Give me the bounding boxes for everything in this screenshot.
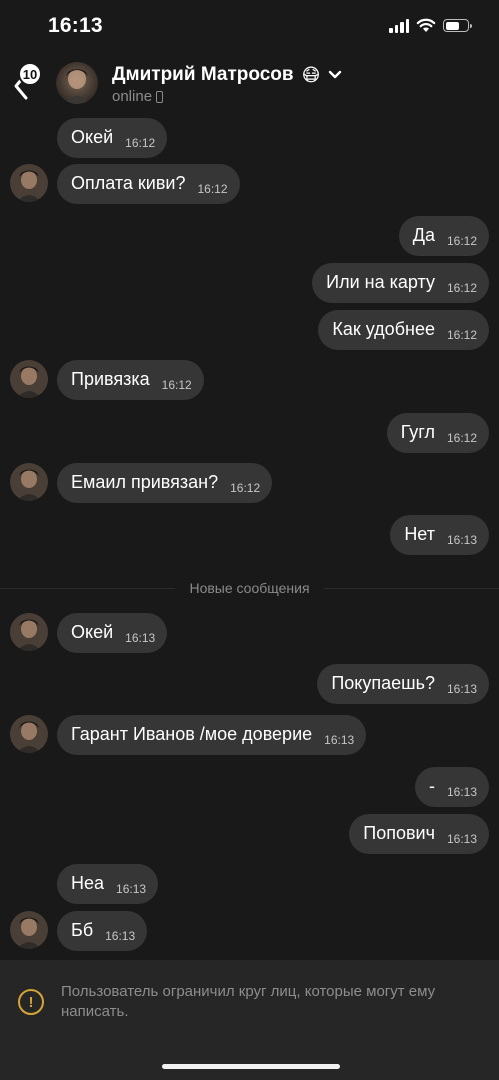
outgoing-message[interactable]: Попович 16:13	[349, 814, 489, 854]
home-indicator[interactable]	[162, 1064, 340, 1069]
sender-avatar[interactable]	[10, 164, 48, 202]
message-text: Оплата киви?	[71, 172, 186, 193]
wifi-icon	[416, 18, 436, 32]
message-time: 16:13	[324, 733, 355, 747]
sender-avatar[interactable]	[10, 715, 48, 753]
incoming-message[interactable]: Емаил привязан? 16:12	[57, 463, 273, 503]
new-messages-label: Новые сообщения	[189, 580, 310, 596]
message-time: 16:13	[446, 785, 477, 799]
outgoing-message[interactable]: Как удобнее 16:12	[318, 310, 489, 350]
message-text: Окей	[71, 621, 114, 642]
incoming-message[interactable]: Гарант Иванов /мое доверие 16:13	[57, 715, 367, 755]
message-text: Бб	[71, 919, 94, 940]
message-text: Да	[412, 224, 435, 245]
cellular-signal-icon	[389, 18, 409, 33]
message-text: Емаил привязан?	[71, 471, 219, 492]
message-text: Окей	[71, 126, 114, 147]
outgoing-message[interactable]: Или на карту 16:12	[312, 263, 489, 303]
message-time: 16:13	[446, 682, 477, 696]
message-time: 16:13	[105, 929, 136, 943]
message-time: 16:13	[125, 631, 156, 645]
message-time: 16:12	[230, 481, 261, 495]
message-text: Покупаешь?	[331, 672, 435, 693]
message-time: 16:12	[446, 281, 477, 295]
mask-emoji-icon: 😷	[301, 64, 321, 85]
incoming-message[interactable]: Оплата киви? 16:12	[57, 164, 240, 204]
message-time: 16:13	[116, 882, 147, 896]
new-messages-divider: Новые сообщения	[0, 578, 499, 598]
message-text: Как удобнее	[332, 318, 435, 339]
sender-avatar[interactable]	[10, 911, 48, 949]
mobile-device-icon	[156, 90, 164, 103]
contact-name: Дмитрий Матросов	[112, 64, 294, 85]
message-time: 16:12	[161, 378, 192, 392]
message-time: 16:12	[446, 328, 477, 342]
incoming-message[interactable]: Неа 16:13	[57, 864, 159, 904]
message-text: Нет	[404, 523, 435, 544]
message-text: Привязка	[71, 368, 150, 389]
message-time: 16:12	[446, 234, 477, 248]
message-text: -	[428, 775, 435, 796]
incoming-message[interactable]: Окей 16:13	[57, 613, 168, 653]
contact-avatar[interactable]	[56, 62, 98, 104]
outgoing-message[interactable]: -16:13	[414, 767, 489, 807]
sender-avatar[interactable]	[10, 463, 48, 501]
message-time: 16:12	[446, 431, 477, 445]
message-text: Гугл	[400, 421, 435, 442]
warning-icon: !	[18, 989, 44, 1015]
message-text: Или на карту	[326, 271, 435, 292]
contact-status: online	[112, 88, 164, 105]
status-icons	[389, 18, 472, 33]
divider-line	[323, 587, 499, 589]
outgoing-message[interactable]: Гугл 16:12	[386, 413, 489, 453]
message-time: 16:13	[446, 533, 477, 547]
messaging-restricted-bar: ! Пользователь ограничил круг лиц, котор…	[0, 960, 499, 1080]
incoming-message[interactable]: Бб 16:13	[57, 911, 148, 951]
outgoing-message[interactable]: Да 16:12	[398, 216, 489, 256]
chat-title[interactable]: Дмитрий Матросов 😷	[112, 64, 342, 86]
message-time: 16:12	[125, 136, 156, 150]
message-text: Гарант Иванов /мое доверие	[71, 723, 313, 744]
message-time: 16:13	[446, 832, 477, 846]
battery-icon	[443, 19, 472, 32]
unread-count-badge: 10	[18, 62, 42, 86]
message-text: Попович	[363, 822, 435, 843]
outgoing-message[interactable]: Нет 16:13	[390, 515, 489, 555]
divider-line	[0, 587, 176, 589]
incoming-message[interactable]: Привязка 16:12	[57, 360, 204, 400]
restriction-text: Пользователь ограничил круг лиц, которые…	[61, 983, 436, 1020]
sender-avatar[interactable]	[10, 360, 48, 398]
message-text: Неа	[71, 872, 105, 893]
outgoing-message[interactable]: Покупаешь? 16:13	[317, 664, 489, 704]
chevron-down-icon[interactable]	[328, 70, 342, 80]
sender-avatar[interactable]	[10, 613, 48, 651]
message-time: 16:12	[197, 182, 228, 196]
status-time: 16:13	[48, 14, 103, 37]
incoming-message[interactable]: Окей 16:12	[57, 118, 168, 158]
online-status-text: online	[112, 88, 153, 105]
